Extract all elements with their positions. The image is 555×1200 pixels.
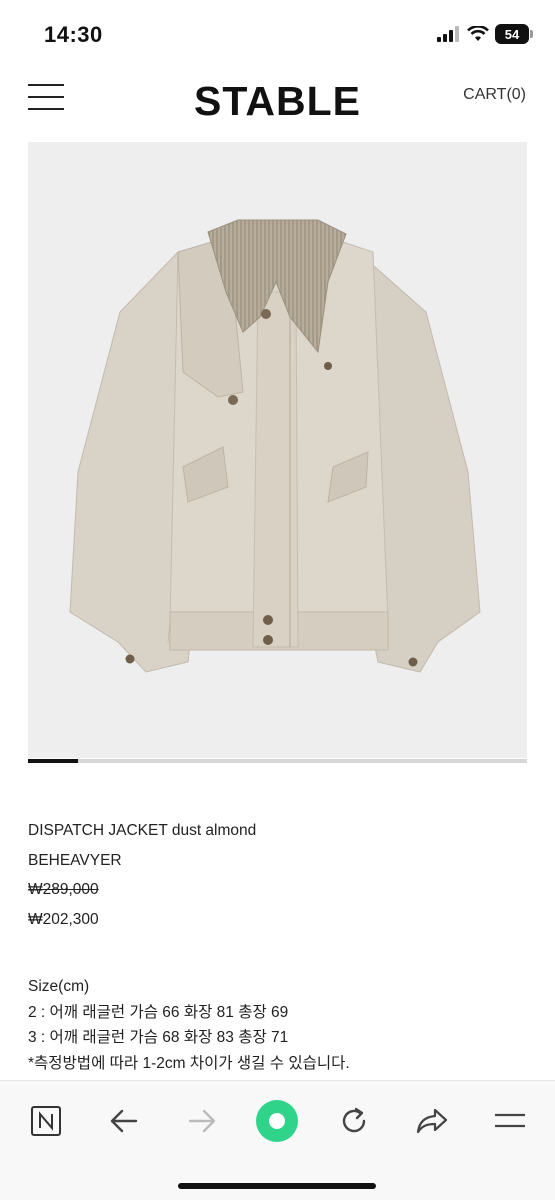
size-heading: Size(cm)	[28, 978, 90, 995]
signal-icon	[437, 26, 459, 42]
status-icons: 54	[437, 24, 533, 44]
wifi-icon	[467, 26, 489, 41]
forward-arrow-icon[interactable]	[180, 1099, 224, 1143]
original-price: ₩289,000	[28, 881, 99, 898]
naver-icon[interactable]	[24, 1099, 68, 1143]
sale-price: ₩202,300	[28, 910, 99, 928]
refresh-icon[interactable]	[332, 1099, 376, 1143]
share-icon[interactable]	[410, 1099, 454, 1143]
product-brand[interactable]: BEHEAVYER	[28, 850, 528, 880]
product-info: DISPATCH JACKET dust almond BEHEAVYER ₩2…	[28, 820, 528, 938]
size-line: 3 : 어깨 래글런 가슴 68 화장 83 총장 71	[28, 1029, 289, 1046]
site-header: STABLE CART(0)	[0, 72, 555, 134]
battery-icon: 54	[495, 24, 533, 44]
browser-toolbar	[0, 1080, 555, 1200]
image-slider-track[interactable]	[28, 759, 527, 763]
cart-link[interactable]: CART(0)	[463, 86, 526, 104]
size-note: *측정방법에 따라 1-2cm 차이가 생길 수 있습니다.	[28, 1054, 350, 1072]
size-line: 2 : 어깨 래글런 가슴 66 화장 81 총장 69	[28, 1003, 289, 1021]
jacket-photo-icon	[69, 219, 481, 673]
image-slider-progress	[28, 759, 78, 763]
menu-lines-icon[interactable]	[488, 1099, 532, 1143]
status-time: 14:30	[44, 22, 103, 47]
status-bar: 14:30 54	[0, 0, 555, 70]
home-indicator	[178, 1183, 376, 1189]
product-image[interactable]	[28, 142, 527, 758]
green-dot-icon[interactable]	[255, 1099, 299, 1143]
size-info: Size(cm) 2 : 어깨 래글런 가슴 66 화장 81 총장 69 3 …	[28, 976, 538, 1078]
product-name: DISPATCH JACKET dust almond	[28, 822, 257, 839]
back-arrow-icon[interactable]	[102, 1099, 146, 1143]
